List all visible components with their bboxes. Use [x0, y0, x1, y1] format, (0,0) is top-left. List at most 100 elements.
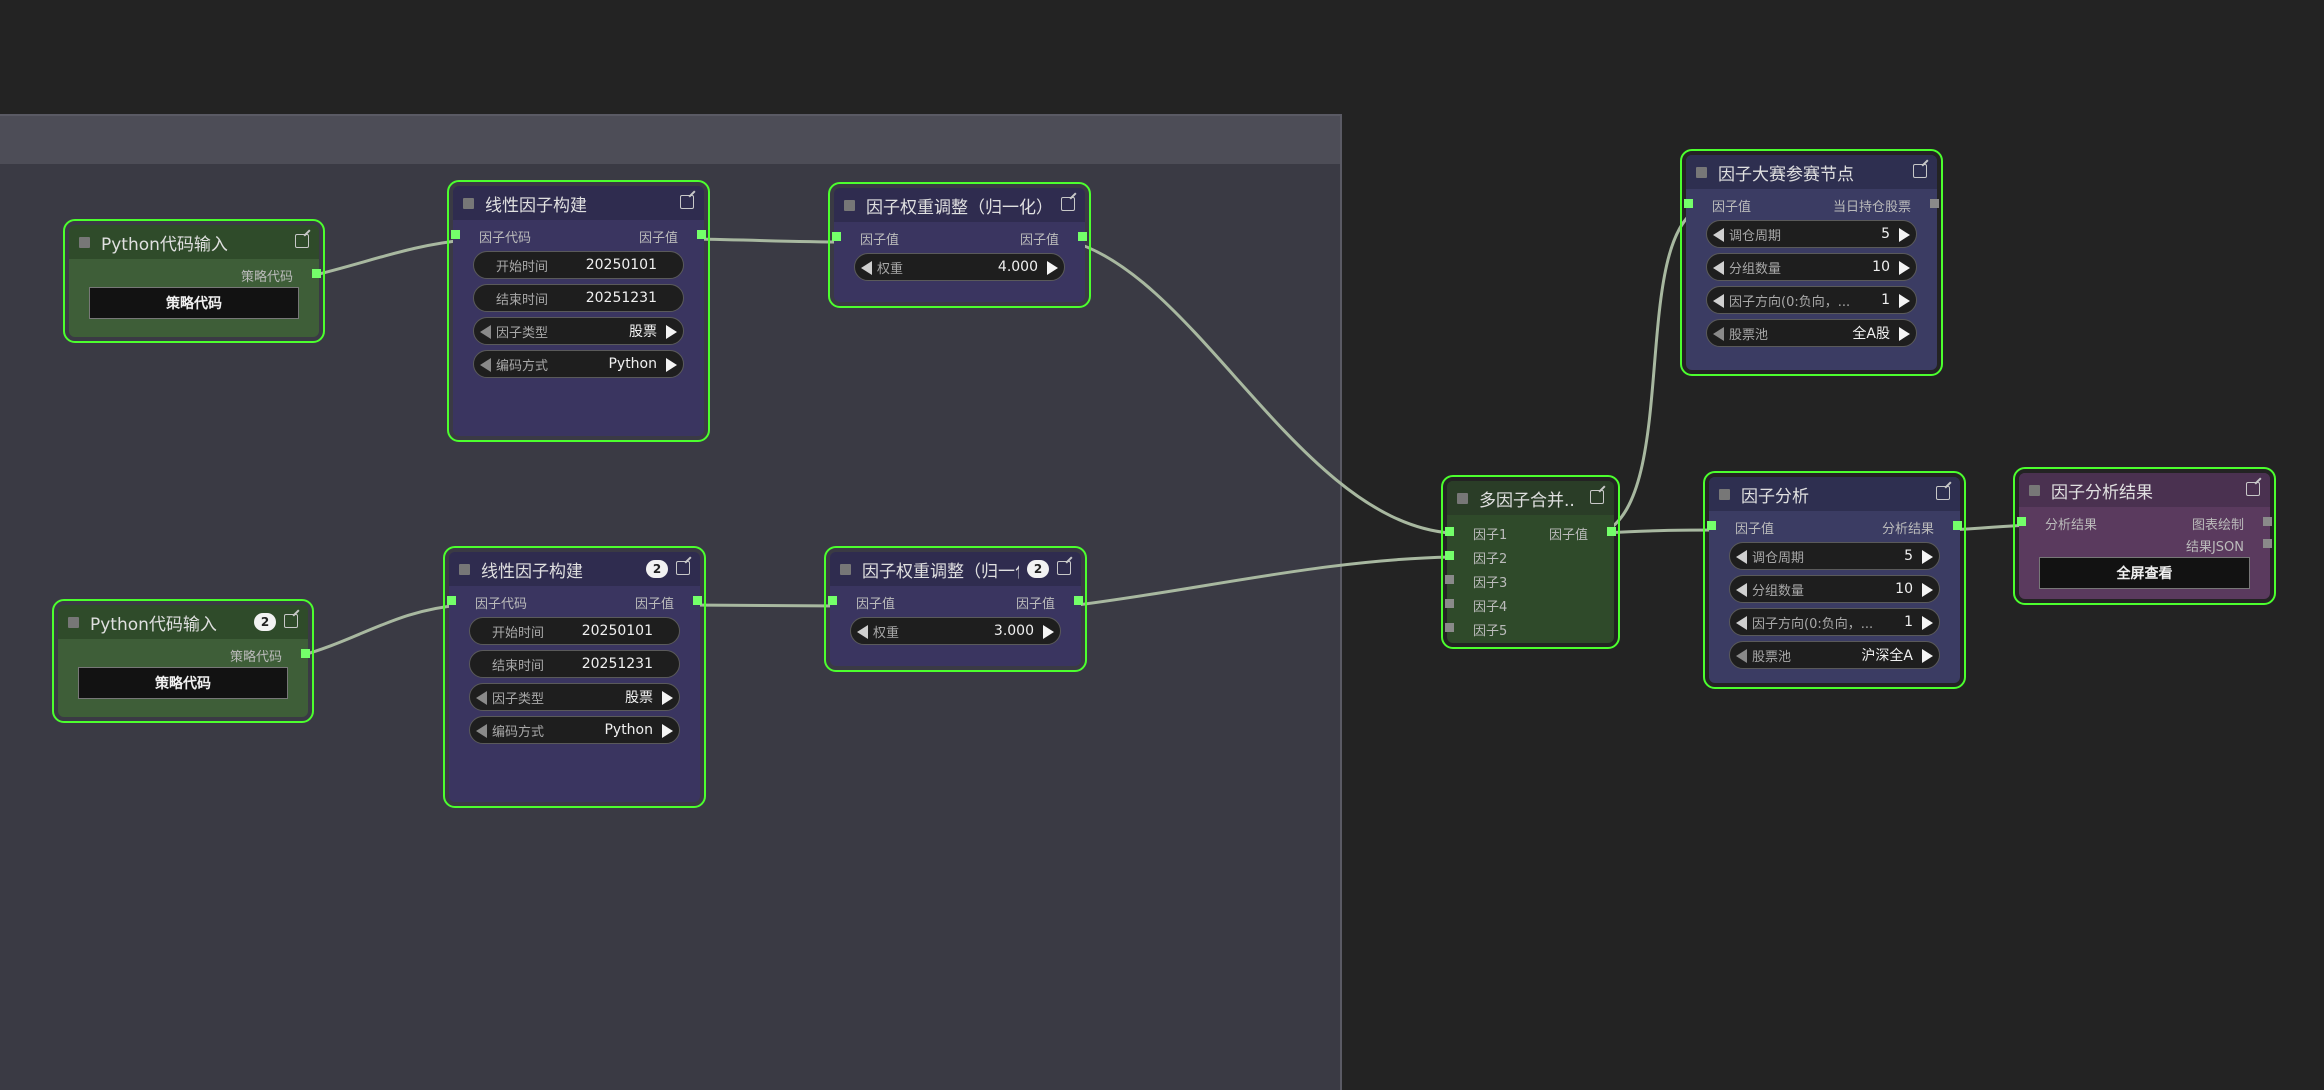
next-arrow-icon[interactable]: [666, 325, 677, 339]
collapse-icon[interactable]: [1457, 493, 1468, 504]
edit-icon[interactable]: [1057, 561, 1071, 575]
edit-icon[interactable]: [284, 614, 298, 628]
increment-arrow-icon[interactable]: [1922, 550, 1933, 564]
collapse-icon[interactable]: [2029, 485, 2040, 496]
end-time-field[interactable]: 结束时间 20251231: [473, 284, 684, 312]
weight-number-widget[interactable]: 权重 3.000: [850, 617, 1061, 645]
output-slot[interactable]: [1930, 199, 1939, 208]
weight-adjust-node-2[interactable]: 因子权重调整（归一化） 2 因子值 因子值 权重 3.000: [824, 546, 1087, 672]
factor-type-selector[interactable]: 因子类型 股票: [473, 317, 684, 345]
multi-factor-merge-node[interactable]: 多因子合并... 因子1 因子值 因子2 因子3 因子4 因子5: [1441, 475, 1620, 649]
encoding-selector[interactable]: 编码方式 Python: [469, 716, 680, 744]
input-slot[interactable]: [1707, 521, 1716, 530]
decrement-arrow-icon[interactable]: [1736, 583, 1747, 597]
rebalance-period-widget[interactable]: 调仓周期 5: [1729, 542, 1940, 570]
factor-analysis-result-node[interactable]: 因子分析结果 分析结果 图表绘制 结果JSON 全屏查看: [2013, 467, 2276, 605]
collapse-icon[interactable]: [68, 617, 79, 628]
edit-icon[interactable]: [1061, 197, 1075, 211]
output-slot[interactable]: [697, 230, 706, 239]
weight-number-widget[interactable]: 权重 4.000: [854, 253, 1065, 281]
edit-icon[interactable]: [1913, 164, 1927, 178]
decrement-arrow-icon[interactable]: [857, 625, 868, 639]
node-header[interactable]: 多因子合并...: [1447, 481, 1614, 515]
collapse-icon[interactable]: [840, 564, 851, 575]
prev-arrow-icon[interactable]: [476, 691, 487, 705]
python-input-node-2[interactable]: Python代码输入 2 策略代码 策略代码: [52, 599, 314, 723]
next-arrow-icon[interactable]: [666, 358, 677, 372]
output-slot[interactable]: [1074, 596, 1083, 605]
input-slot[interactable]: [447, 596, 456, 605]
output-slot[interactable]: [312, 269, 321, 278]
input-slot[interactable]: [2017, 517, 2026, 526]
stock-pool-selector[interactable]: 股票池 全A股: [1706, 319, 1917, 347]
fullscreen-view-button[interactable]: 全屏查看: [2039, 557, 2250, 589]
input-slot[interactable]: [832, 232, 841, 241]
factor-type-selector[interactable]: 因子类型 股票: [469, 683, 680, 711]
output-slot[interactable]: [2263, 539, 2272, 548]
strategy-code-button[interactable]: 策略代码: [78, 667, 288, 699]
input-slot[interactable]: [1684, 199, 1693, 208]
weight-adjust-node-1[interactable]: 因子权重调整（归一化） 因子值 因子值 权重 4.000: [828, 182, 1091, 308]
start-time-field[interactable]: 开始时间 20250101: [473, 251, 684, 279]
linear-factor-node-1[interactable]: 线性因子构建 因子代码 因子值 开始时间 20250101 结束时间 20251…: [447, 180, 710, 442]
node-header[interactable]: Python代码输入: [69, 225, 319, 259]
node-header[interactable]: 因子大赛参赛节点: [1686, 155, 1937, 189]
decrement-arrow-icon[interactable]: [861, 261, 872, 275]
output-slot[interactable]: [301, 649, 310, 658]
node-header[interactable]: 因子分析结果: [2019, 473, 2270, 507]
input-slot[interactable]: [1445, 551, 1454, 560]
decrement-arrow-icon[interactable]: [1713, 261, 1724, 275]
strategy-code-button[interactable]: 策略代码: [89, 287, 299, 319]
encoding-selector[interactable]: 编码方式 Python: [473, 350, 684, 378]
decrement-arrow-icon[interactable]: [1713, 294, 1724, 308]
collapse-icon[interactable]: [79, 237, 90, 248]
factor-contest-node[interactable]: 因子大赛参赛节点 因子值 当日持仓股票 调仓周期 5 分组数量 10 因子方向(…: [1680, 149, 1943, 376]
node-header[interactable]: 因子权重调整（归一化）: [834, 188, 1085, 222]
input-slot[interactable]: [1445, 527, 1454, 536]
prev-arrow-icon[interactable]: [476, 724, 487, 738]
increment-arrow-icon[interactable]: [1043, 625, 1054, 639]
edit-icon[interactable]: [680, 195, 694, 209]
prev-arrow-icon[interactable]: [480, 325, 491, 339]
node-header[interactable]: 线性因子构建 2: [449, 552, 700, 586]
edit-icon[interactable]: [676, 561, 690, 575]
prev-arrow-icon[interactable]: [1736, 649, 1747, 663]
node-header[interactable]: Python代码输入 2: [58, 605, 308, 639]
python-input-node-1[interactable]: Python代码输入 策略代码 策略代码: [63, 219, 325, 343]
factor-direction-widget[interactable]: 因子方向(0:负向，... 1: [1706, 286, 1917, 314]
input-slot[interactable]: [1445, 599, 1454, 608]
node-header[interactable]: 因子权重调整（归一化） 2: [830, 552, 1081, 586]
group-count-widget[interactable]: 分组数量 10: [1706, 253, 1917, 281]
prev-arrow-icon[interactable]: [480, 358, 491, 372]
input-slot[interactable]: [1445, 575, 1454, 584]
input-slot[interactable]: [451, 230, 460, 239]
prev-arrow-icon[interactable]: [1713, 327, 1724, 341]
end-time-field[interactable]: 结束时间 20251231: [469, 650, 680, 678]
factor-analysis-node[interactable]: 因子分析 因子值 分析结果 调仓周期 5 分组数量 10 因子方向(0:负向，.…: [1703, 471, 1966, 689]
increment-arrow-icon[interactable]: [1922, 583, 1933, 597]
collapse-icon[interactable]: [1719, 489, 1730, 500]
edit-icon[interactable]: [2246, 482, 2260, 496]
collapse-icon[interactable]: [463, 198, 474, 209]
linear-factor-node-2[interactable]: 线性因子构建 2 因子代码 因子值 开始时间 20250101 结束时间 202…: [443, 546, 706, 808]
collapse-icon[interactable]: [1696, 167, 1707, 178]
input-slot[interactable]: [1445, 623, 1454, 632]
start-time-field[interactable]: 开始时间 20250101: [469, 617, 680, 645]
collapse-icon[interactable]: [844, 200, 855, 211]
output-slot[interactable]: [1078, 232, 1087, 241]
next-arrow-icon[interactable]: [1922, 649, 1933, 663]
increment-arrow-icon[interactable]: [1899, 228, 1910, 242]
node-header[interactable]: 因子分析: [1709, 477, 1960, 511]
output-slot[interactable]: [693, 596, 702, 605]
decrement-arrow-icon[interactable]: [1713, 228, 1724, 242]
output-slot[interactable]: [1607, 527, 1616, 536]
collapse-icon[interactable]: [459, 564, 470, 575]
increment-arrow-icon[interactable]: [1899, 294, 1910, 308]
next-arrow-icon[interactable]: [662, 691, 673, 705]
increment-arrow-icon[interactable]: [1047, 261, 1058, 275]
group-count-widget[interactable]: 分组数量 10: [1729, 575, 1940, 603]
increment-arrow-icon[interactable]: [1922, 616, 1933, 630]
edit-icon[interactable]: [1936, 486, 1950, 500]
next-arrow-icon[interactable]: [1899, 327, 1910, 341]
rebalance-period-widget[interactable]: 调仓周期 5: [1706, 220, 1917, 248]
